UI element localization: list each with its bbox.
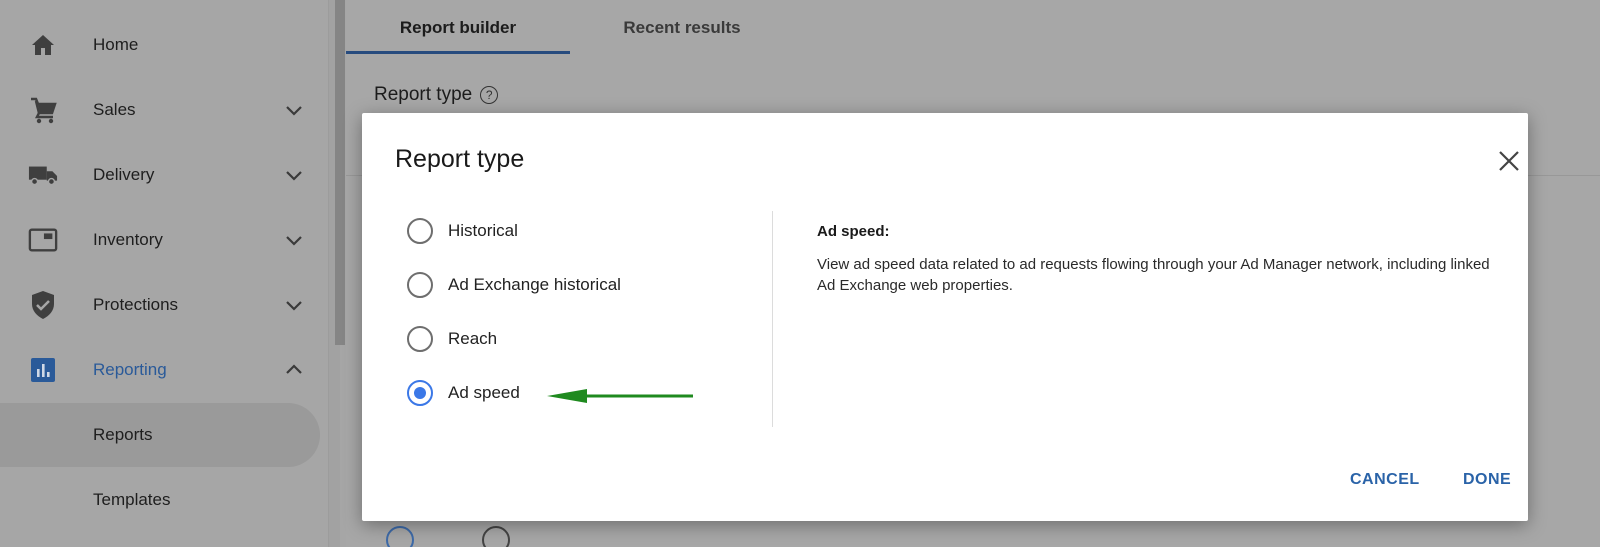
tab-report-builder[interactable]: Report builder — [346, 0, 570, 56]
inventory-icon — [28, 225, 58, 255]
sidebar-item-label: Home — [93, 35, 139, 54]
sidebar: Home Sales Delivery Inventory Protection… — [0, 0, 340, 547]
radio-hierarchical-partial[interactable] — [482, 526, 510, 547]
radio-label: Historical — [448, 221, 518, 240]
help-icon[interactable]: ? — [480, 86, 499, 104]
sidebar-item-label: Protections — [93, 295, 179, 314]
tab-recent-results[interactable]: Recent results — [570, 0, 794, 56]
sidebar-item-delivery[interactable]: Delivery — [0, 143, 320, 207]
dialog-divider — [772, 211, 773, 427]
radio-button[interactable] — [407, 326, 433, 352]
truck-icon — [28, 160, 58, 190]
sidebar-item-protections[interactable]: Protections — [0, 273, 320, 337]
radio-option-historical[interactable]: Historical — [407, 211, 727, 251]
cancel-button[interactable]: CANCEL — [1350, 471, 1420, 489]
sidebar-item-label: Inventory — [93, 230, 163, 249]
chevron-down-icon[interactable] — [284, 230, 304, 250]
report-type-section-label: Report type ? — [374, 84, 499, 106]
radio-option-reach[interactable]: Reach — [407, 319, 727, 359]
sidebar-item-label: Sales — [93, 100, 136, 119]
chevron-down-icon[interactable] — [284, 295, 304, 315]
radio-label: Ad speed — [448, 383, 520, 402]
radio-button[interactable] — [407, 218, 433, 244]
radio-flat-partial[interactable] — [386, 526, 414, 547]
sidebar-item-home[interactable]: Home — [0, 13, 320, 77]
chevron-down-icon[interactable] — [284, 165, 304, 185]
chevron-up-icon[interactable] — [284, 360, 304, 380]
active-tab-indicator — [346, 51, 570, 54]
sidebar-item-label: Reporting — [93, 360, 167, 379]
radio-option-ad-exchange-historical[interactable]: Ad Exchange historical — [407, 265, 727, 305]
sidebar-subitem-templates[interactable]: Templates — [0, 468, 320, 532]
sidebar-item-sales[interactable]: Sales — [0, 78, 320, 142]
tab-label: Report builder — [399, 18, 517, 37]
bar-chart-icon — [28, 355, 58, 385]
radio-label: Reach — [448, 329, 498, 348]
sidebar-item-reporting[interactable]: Reporting — [0, 338, 320, 402]
sidebar-subitem-label: Templates — [93, 490, 171, 509]
shield-check-icon — [28, 290, 58, 320]
done-button[interactable]: DONE — [1463, 471, 1511, 489]
sidebar-item-label: Delivery — [93, 165, 155, 184]
radio-button-checked[interactable] — [407, 380, 433, 406]
dialog-title: Report type — [395, 145, 525, 173]
home-icon — [28, 30, 58, 60]
sidebar-item-inventory[interactable]: Inventory — [0, 208, 320, 272]
radio-button[interactable] — [407, 272, 433, 298]
close-icon[interactable] — [1498, 150, 1520, 172]
chevron-down-icon[interactable] — [284, 100, 304, 120]
sidebar-subitem-label: Reports — [93, 425, 153, 444]
annotation-arrow-icon — [547, 389, 693, 403]
radio-label: Ad Exchange historical — [448, 275, 621, 294]
sidebar-subitem-reports[interactable]: Reports — [0, 403, 320, 467]
description-title: Ad speed: — [817, 223, 890, 240]
section-label: Report type — [374, 84, 473, 105]
description-text: View ad speed data related to ad request… — [817, 256, 1490, 294]
cart-icon — [28, 95, 58, 125]
tab-label: Recent results — [623, 18, 741, 37]
sidebar-scrollbar-thumb[interactable] — [335, 0, 345, 345]
report-type-dialog: Report type Historical Ad Exchange histo… — [362, 113, 1528, 521]
